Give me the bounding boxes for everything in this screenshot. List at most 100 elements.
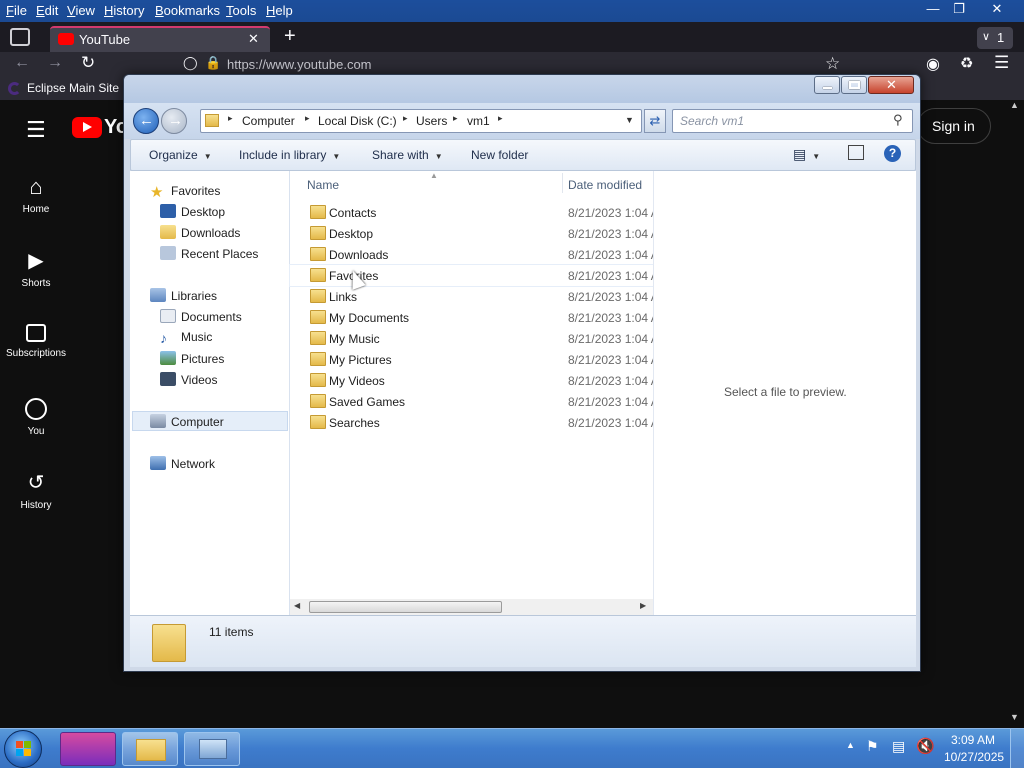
back-icon[interactable]: ← [14, 54, 30, 72]
help-icon[interactable]: ? [884, 145, 901, 162]
file-row[interactable]: My Videos 8/21/2023 1:04 AM [290, 370, 653, 391]
breadcrumb-local-disk[interactable]: Local Disk (C:) [318, 114, 397, 128]
nav-recent-places[interactable]: Recent Places [160, 246, 258, 261]
show-desktop-button[interactable] [1010, 729, 1024, 768]
lock-icon[interactable]: 🔒 [205, 55, 221, 71]
organize-button[interactable]: Organize ▼ [149, 148, 212, 162]
nav-music[interactable]: ♪ Music [160, 330, 212, 346]
menu-file[interactable]: File [6, 3, 27, 18]
file-row[interactable]: My Documents 8/21/2023 1:04 AM [290, 307, 653, 328]
horizontal-scrollbar[interactable]: ◀ ▶ [290, 599, 653, 615]
scrollbar-thumb[interactable] [309, 601, 502, 613]
menu-hamburger-icon[interactable]: ☰ [994, 53, 1009, 73]
restore-button[interactable]: ❐ [944, 0, 974, 20]
shield-icon[interactable]: ◯ [183, 55, 198, 71]
network-tray-icon[interactable]: ▤ [892, 738, 905, 755]
breadcrumb-arrow-icon[interactable]: ▸ [453, 113, 458, 124]
account-icon[interactable]: ◉ [926, 54, 940, 74]
nav-desktop[interactable]: Desktop [160, 204, 225, 219]
column-header-date[interactable]: Date modified [568, 178, 642, 192]
show-hidden-icons[interactable]: ▲ [846, 740, 855, 750]
breadcrumb-arrow-icon[interactable]: ▸ [403, 113, 408, 124]
menu-edit[interactable]: Edit [36, 3, 58, 18]
nav-shorts[interactable]: ▶ Shorts [0, 250, 72, 289]
menu-tools[interactable]: Tools [226, 3, 256, 18]
menu-history[interactable]: History [104, 3, 144, 18]
action-center-icon[interactable]: ⚑ [866, 738, 879, 755]
tab-list-button[interactable]: ∨ 1 [977, 27, 1013, 49]
close-button[interactable]: ✕ [982, 0, 1012, 20]
breadcrumb-computer[interactable]: Computer [242, 114, 295, 128]
guide-menu-icon[interactable]: ☰ [26, 117, 46, 143]
start-button[interactable] [4, 730, 42, 768]
breadcrumb-arrow-icon[interactable]: ▸ [305, 113, 310, 124]
preview-pane-icon[interactable] [848, 145, 864, 160]
clock-date[interactable]: 10/27/2025 [944, 750, 1004, 764]
nav-subscriptions[interactable]: Subscriptions [0, 324, 72, 359]
explorer-close-button[interactable]: ✕ [868, 76, 914, 94]
column-header-name[interactable]: Name [307, 178, 339, 192]
breadcrumb-vm1[interactable]: vm1 [467, 114, 490, 128]
share-with-button[interactable]: Share with ▼ [372, 148, 443, 162]
nav-computer[interactable]: Computer [150, 414, 224, 429]
forward-icon[interactable]: → [47, 54, 63, 72]
url-bar[interactable]: https://www.youtube.com [227, 57, 372, 72]
file-row[interactable]: Contacts 8/21/2023 1:04 AM [290, 202, 653, 223]
file-row[interactable]: Saved Games 8/21/2023 1:04 AM [290, 391, 653, 412]
nav-downloads[interactable]: Downloads [160, 225, 240, 240]
taskbar-app-icon[interactable] [60, 732, 116, 766]
tab-youtube[interactable]: YouTube ✕ [50, 26, 270, 52]
taskbar-explorer-icon[interactable] [122, 732, 178, 766]
new-folder-button[interactable]: New folder [471, 148, 528, 162]
column-divider[interactable] [562, 173, 563, 193]
refresh-icon[interactable]: ⇄ [644, 109, 666, 133]
file-row[interactable]: Desktop 8/21/2023 1:04 AM [290, 223, 653, 244]
nav-documents[interactable]: Documents [160, 309, 242, 324]
search-icon[interactable]: ⚲ [893, 112, 903, 128]
tab-overview-icon[interactable] [10, 28, 30, 46]
nav-favorites[interactable]: ★ Favorites [150, 183, 220, 201]
file-row[interactable]: My Pictures 8/21/2023 1:04 AM [290, 349, 653, 370]
clock-time[interactable]: 3:09 AM [951, 733, 995, 747]
file-row[interactable]: Downloads 8/21/2023 1:04 AM [290, 244, 653, 265]
explorer-maximize-button[interactable] [841, 76, 867, 94]
nav-pictures[interactable]: Pictures [160, 351, 224, 366]
explorer-minimize-button[interactable] [814, 76, 840, 94]
menu-bookmarks[interactable]: Bookmarks [155, 3, 220, 18]
breadcrumb-arrow-icon[interactable]: ▸ [498, 113, 503, 124]
taskbar-control-panel-icon[interactable] [184, 732, 240, 766]
new-tab-button[interactable]: + [284, 25, 296, 48]
include-in-library-button[interactable]: Include in library ▼ [239, 148, 340, 162]
scroll-down-icon[interactable]: ▼ [1010, 712, 1019, 722]
back-button[interactable]: ← [133, 108, 159, 134]
nav-computer-selected[interactable]: Computer [132, 411, 288, 431]
scroll-left-icon[interactable]: ◀ [294, 601, 300, 610]
menu-help[interactable]: Help [266, 3, 293, 18]
bookmark-star-icon[interactable]: ☆ [825, 54, 840, 74]
address-dropdown-icon[interactable]: ▼ [625, 115, 634, 125]
file-row[interactable]: Searches 8/21/2023 1:04 AM [290, 412, 653, 433]
nav-network[interactable]: Network [150, 456, 215, 471]
bookmark-eclipse[interactable]: Eclipse Main Site [27, 81, 119, 95]
search-input[interactable]: Search vm1 ⚲ [672, 109, 913, 133]
sign-in-button[interactable]: Sign in [917, 108, 991, 144]
address-bar[interactable]: ▸ Computer ▸ Local Disk (C:) ▸ Users ▸ v… [200, 109, 642, 133]
explorer-titlebar[interactable]: ✕ [124, 75, 920, 103]
file-row[interactable]: Favorites8/21/2023 1:04 AM [289, 264, 654, 287]
breadcrumb-arrow-icon[interactable]: ▸ [228, 113, 233, 124]
file-row[interactable]: My Music 8/21/2023 1:04 AM [290, 328, 653, 349]
youtube-logo-icon[interactable] [72, 117, 102, 138]
nav-history[interactable]: ↺ History [0, 472, 72, 511]
forward-button[interactable]: → [161, 108, 187, 134]
close-tab-icon[interactable]: ✕ [248, 31, 259, 47]
volume-muted-icon[interactable]: 🔇 [916, 737, 935, 755]
scroll-right-icon[interactable]: ▶ [640, 601, 646, 610]
breadcrumb-users[interactable]: Users [416, 114, 447, 128]
reload-icon[interactable]: ↻ [81, 53, 95, 73]
nav-libraries[interactable]: Libraries [150, 288, 217, 303]
menu-view[interactable]: View [67, 3, 95, 18]
nav-videos[interactable]: Videos [160, 372, 217, 387]
view-options-icon[interactable]: ▤ ▼ [793, 146, 820, 163]
nav-you[interactable]: You [0, 398, 72, 437]
nav-home[interactable]: ⌂ Home [0, 176, 72, 216]
